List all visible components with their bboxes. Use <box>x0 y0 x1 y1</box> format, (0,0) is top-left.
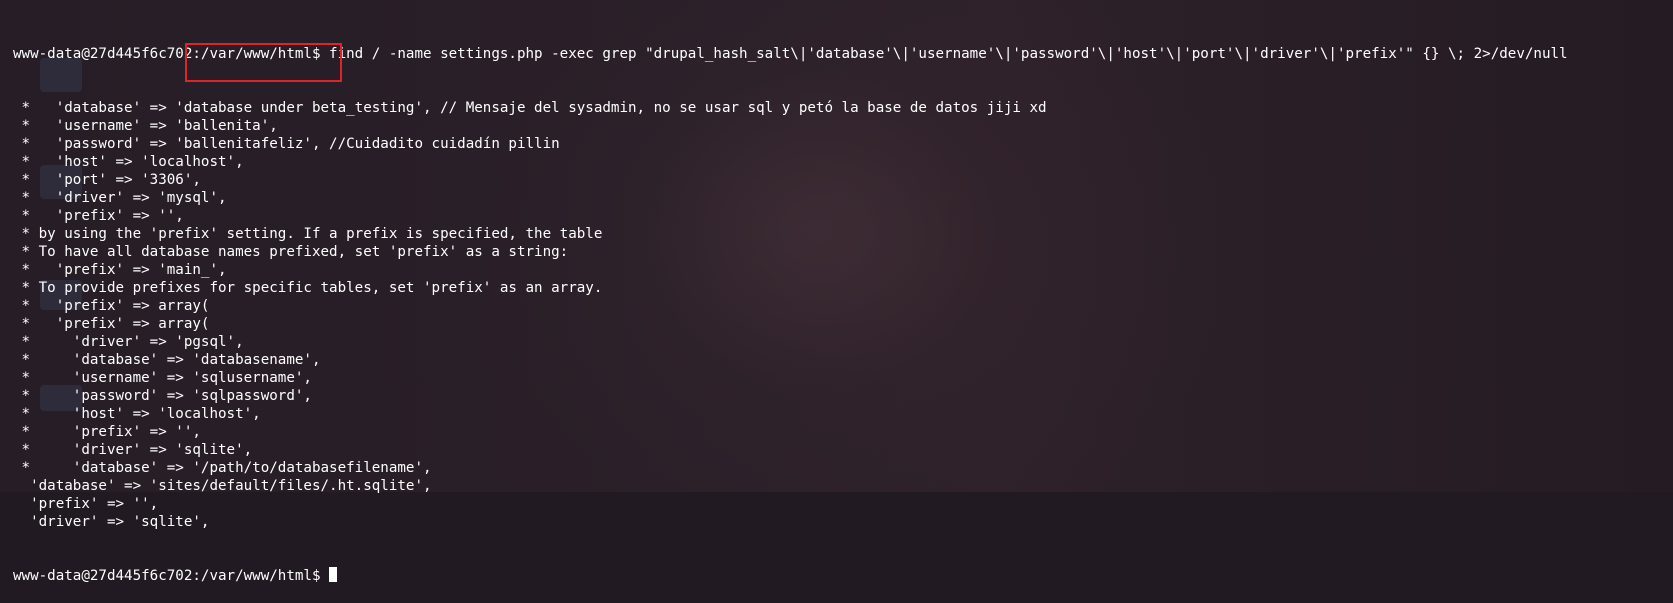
final-prompt: www-data@27d445f6c702:/var/www/html$ <box>13 568 330 584</box>
text-cursor <box>329 567 338 582</box>
output-line: * 'database' => 'databasename', <box>13 352 321 368</box>
output-line: * by using the 'prefix' setting. If a pr… <box>13 226 603 242</box>
terminal-output[interactable]: www-data@27d445f6c702:/var/www/html$ fin… <box>13 9 1669 603</box>
output-line: * 'driver' => 'pgsql', <box>13 334 244 350</box>
output-line: * 'prefix' => 'main_', <box>13 262 227 278</box>
output-line: * 'password' => 'ballenitafeliz', //Cuid… <box>13 136 560 152</box>
output-line: * 'driver' => 'sqlite', <box>13 442 253 458</box>
output-line: * 'port' => '3306', <box>13 172 201 188</box>
output-line: * 'prefix' => array( <box>13 316 210 332</box>
credentials-highlight-box <box>185 43 342 82</box>
output-block: * 'database' => 'database under beta_tes… <box>13 99 1669 531</box>
output-line: * To provide prefixes for specific table… <box>13 280 603 296</box>
output-line: * 'prefix' => '', <box>13 208 184 224</box>
output-line: * 'host' => 'localhost', <box>13 154 244 170</box>
output-line: 'prefix' => '', <box>13 496 159 512</box>
output-line: * 'prefix' => '', <box>13 424 201 440</box>
output-line: * 'database' => 'database under beta_tes… <box>13 100 1047 116</box>
final-prompt-line: www-data@27d445f6c702:/var/www/html$ <box>13 567 1669 585</box>
output-line: 'database' => 'sites/default/files/.ht.s… <box>13 478 432 494</box>
output-line: * 'host' => 'localhost', <box>13 406 261 422</box>
output-line: * 'driver' => 'mysql', <box>13 190 227 206</box>
output-line: * 'prefix' => array( <box>13 298 210 314</box>
output-line: * To have all database names prefixed, s… <box>13 244 569 260</box>
output-line: * 'password' => 'sqlpassword', <box>13 388 312 404</box>
output-line: * 'username' => 'ballenita', <box>13 118 278 134</box>
output-line: * 'database' => '/path/to/databasefilena… <box>13 460 432 476</box>
command-text: find / -name settings.php -exec grep "dr… <box>329 46 1568 62</box>
output-line: * 'username' => 'sqlusername', <box>13 370 312 386</box>
output-line: 'driver' => 'sqlite', <box>13 514 210 530</box>
